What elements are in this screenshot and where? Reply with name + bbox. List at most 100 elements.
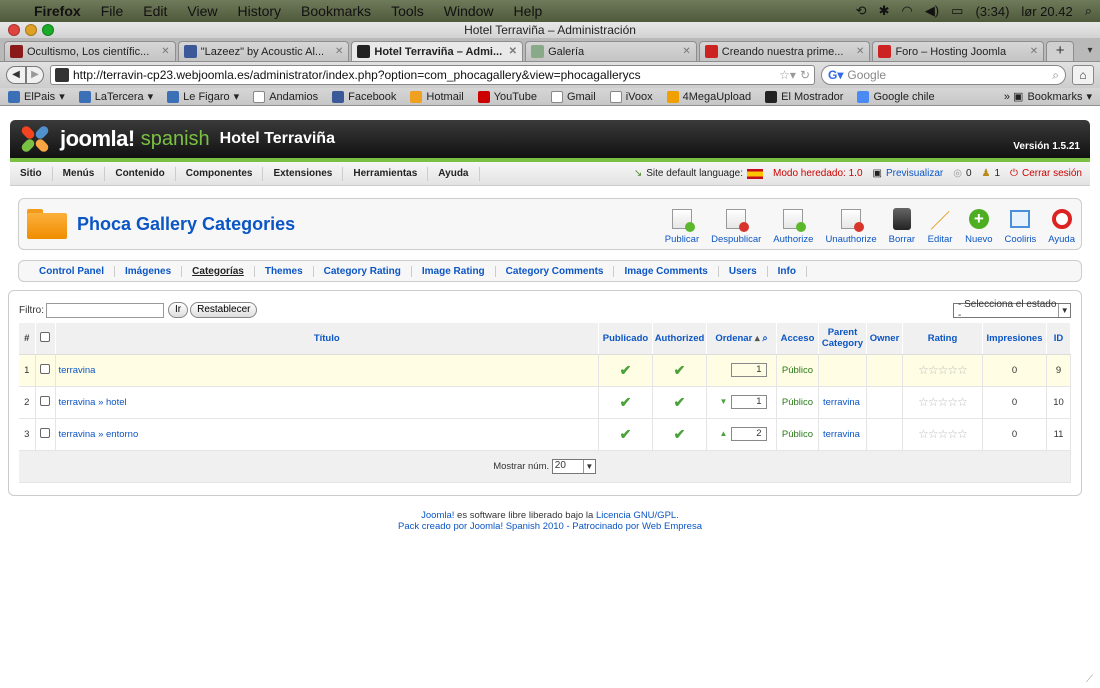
toolbar-despublicar-button[interactable]: Despublicar bbox=[705, 199, 767, 249]
toolbar-authorize-button[interactable]: Authorize bbox=[767, 199, 819, 249]
col-order[interactable]: Ordenar ▴ ⌕ bbox=[706, 323, 777, 355]
menu-file[interactable]: File bbox=[101, 3, 124, 19]
order-input[interactable]: 2 bbox=[730, 427, 767, 441]
reset-button[interactable]: Restablecer bbox=[190, 302, 258, 318]
reload-icon[interactable]: ↻ bbox=[800, 68, 810, 82]
browser-tab[interactable]: Foro – Hosting Joomla ✕ bbox=[872, 41, 1045, 61]
resize-grip-icon[interactable]: ⟋ bbox=[1086, 674, 1098, 686]
submenu-item[interactable]: Image Rating bbox=[412, 265, 496, 277]
google-engine-icon[interactable]: G▾ bbox=[828, 68, 843, 82]
toolbar-editar-button[interactable]: ／ Editar bbox=[921, 199, 959, 249]
col-owner[interactable]: Owner bbox=[866, 323, 903, 355]
row-title-link[interactable]: terravina » hotel bbox=[55, 386, 599, 419]
col-rating[interactable]: Rating bbox=[902, 323, 983, 355]
col-id[interactable]: ID bbox=[1046, 323, 1071, 355]
row-access[interactable]: Público bbox=[776, 354, 819, 387]
toolbar-ayuda-button[interactable]: Ayuda bbox=[1042, 199, 1081, 249]
tab-close-icon[interactable]: ✕ bbox=[682, 46, 690, 57]
bookmark-item[interactable]: El Mostrador bbox=[765, 90, 843, 103]
forward-button[interactable]: ▶ bbox=[26, 66, 44, 84]
bookmark-item[interactable]: Facebook bbox=[332, 90, 396, 103]
logout-link[interactable]: Cerrar sesión bbox=[1022, 168, 1082, 179]
home-button[interactable]: ⌂ bbox=[1072, 65, 1094, 85]
clock[interactable]: lør 20.42 bbox=[1021, 4, 1072, 19]
browser-tab[interactable]: "Lazeez" by Acoustic Al... ✕ bbox=[177, 41, 350, 61]
toolbar-unauthorize-button[interactable]: Unauthorize bbox=[819, 199, 882, 249]
users-count[interactable]: 1 bbox=[994, 168, 1000, 179]
tab-close-icon[interactable]: ✕ bbox=[335, 46, 343, 57]
url-bar[interactable]: http://terravin-cp23.webjoomla.es/admini… bbox=[50, 65, 815, 85]
published-check-icon[interactable]: ✔ bbox=[620, 394, 632, 410]
col-access[interactable]: Acceso bbox=[776, 323, 819, 355]
browser-tab[interactable]: Hotel Terraviña – Admi... ✕ bbox=[351, 41, 524, 61]
row-title-link[interactable]: terravina » entorno bbox=[55, 418, 599, 451]
menu-contenido[interactable]: Contenido bbox=[105, 166, 176, 181]
col-order-label[interactable]: Ordenar bbox=[715, 333, 752, 344]
row-checkbox[interactable] bbox=[40, 363, 50, 374]
submenu-item[interactable]: Category Rating bbox=[314, 265, 412, 277]
filter-input[interactable] bbox=[46, 302, 164, 318]
go-button[interactable]: Ir bbox=[168, 302, 189, 318]
messages-count[interactable]: 0 bbox=[966, 168, 972, 179]
search-bar[interactable]: G▾ Google ⌕ bbox=[821, 65, 1066, 85]
joomla-link[interactable]: Joomla! bbox=[421, 510, 454, 521]
spotlight-icon[interactable]: ⌕ bbox=[1085, 3, 1092, 19]
bookmark-item[interactable]: ElPais ▾ bbox=[8, 90, 65, 103]
row-access[interactable]: Público bbox=[776, 386, 819, 419]
check-all-checkbox[interactable] bbox=[40, 331, 50, 342]
url-text[interactable]: http://terravin-cp23.webjoomla.es/admini… bbox=[73, 68, 775, 82]
submenu-item[interactable]: Image Comments bbox=[614, 265, 719, 277]
menu-tools[interactable]: Tools bbox=[391, 3, 424, 19]
published-check-icon[interactable]: ✔ bbox=[620, 426, 632, 442]
wifi-icon[interactable]: ◠ bbox=[901, 3, 912, 19]
bookmark-star-icon[interactable]: ☆▾ bbox=[779, 68, 796, 82]
menu-window[interactable]: Window bbox=[444, 3, 494, 19]
row-parent-link[interactable]: terravina bbox=[818, 386, 867, 419]
order-input[interactable]: 1 bbox=[730, 363, 767, 377]
zoom-window-button[interactable] bbox=[42, 24, 54, 36]
bookmark-item[interactable]: 4MegaUpload bbox=[666, 90, 751, 103]
bookmark-item[interactable]: Gmail bbox=[550, 90, 596, 103]
tab-list-icon[interactable]: ▾ bbox=[1080, 41, 1100, 61]
menu-extensiones[interactable]: Extensiones bbox=[263, 166, 344, 181]
new-tab-button[interactable]: + bbox=[1046, 41, 1075, 61]
menu-ayuda[interactable]: Ayuda bbox=[428, 166, 480, 181]
menu-app[interactable]: Firefox bbox=[34, 3, 81, 19]
search-icon[interactable]: ⌕ bbox=[1052, 68, 1059, 83]
time-machine-icon[interactable]: ⟲ bbox=[856, 3, 867, 19]
menu-view[interactable]: View bbox=[187, 3, 217, 19]
row-parent-link[interactable]: terravina bbox=[818, 418, 867, 451]
menu-edit[interactable]: Edit bbox=[143, 3, 167, 19]
bookmark-item[interactable]: iVoox bbox=[609, 90, 653, 103]
move-up-icon[interactable]: ▲ bbox=[717, 429, 731, 438]
row-title-link[interactable]: terravina bbox=[55, 354, 599, 387]
minimize-window-button[interactable] bbox=[25, 24, 37, 36]
state-select[interactable]: - Selecciona el estado - ▼ bbox=[953, 299, 1071, 321]
row-checkbox[interactable] bbox=[40, 427, 50, 438]
battery-icon[interactable]: ▭ bbox=[951, 3, 963, 19]
footer-line2[interactable]: Pack creado por Joomla! Spanish 2010 - P… bbox=[0, 521, 1100, 532]
menu-bookmarks[interactable]: Bookmarks bbox=[301, 3, 371, 19]
col-published[interactable]: Publicado bbox=[598, 323, 653, 355]
menu-history[interactable]: History bbox=[237, 3, 281, 19]
submenu-item[interactable]: Users bbox=[719, 265, 768, 277]
submenu-item[interactable]: Control Panel bbox=[29, 265, 116, 277]
authorized-check-icon[interactable]: ✔ bbox=[674, 394, 686, 410]
bookmark-item[interactable]: Hotmail bbox=[410, 90, 464, 103]
browser-tab[interactable]: Ocultismo, Los científic... ✕ bbox=[4, 41, 176, 61]
search-input[interactable]: Google bbox=[847, 68, 1048, 82]
volume-icon[interactable]: ◀) bbox=[925, 3, 939, 19]
license-link[interactable]: Licencia GNU/GPL. bbox=[596, 510, 679, 521]
bookmarks-menu[interactable]: » ▣ Bookmarks ▾ bbox=[1004, 90, 1092, 104]
browser-tab[interactable]: Galería ✕ bbox=[525, 41, 697, 61]
browser-tab[interactable]: Creando nuestra prime... ✕ bbox=[698, 41, 871, 61]
menu-herramientas[interactable]: Herramientas bbox=[343, 166, 429, 181]
submenu-item[interactable]: Imágenes bbox=[115, 265, 183, 277]
col-hits[interactable]: Impresiones bbox=[982, 323, 1047, 355]
menu-componentes[interactable]: Componentes bbox=[176, 166, 264, 181]
bookmark-item[interactable]: YouTube bbox=[477, 90, 537, 103]
close-window-button[interactable] bbox=[8, 24, 20, 36]
col-title[interactable]: Título bbox=[55, 323, 599, 355]
save-order-icon[interactable]: ⌕ bbox=[762, 333, 767, 344]
col-authorized[interactable]: Authorized bbox=[652, 323, 707, 355]
